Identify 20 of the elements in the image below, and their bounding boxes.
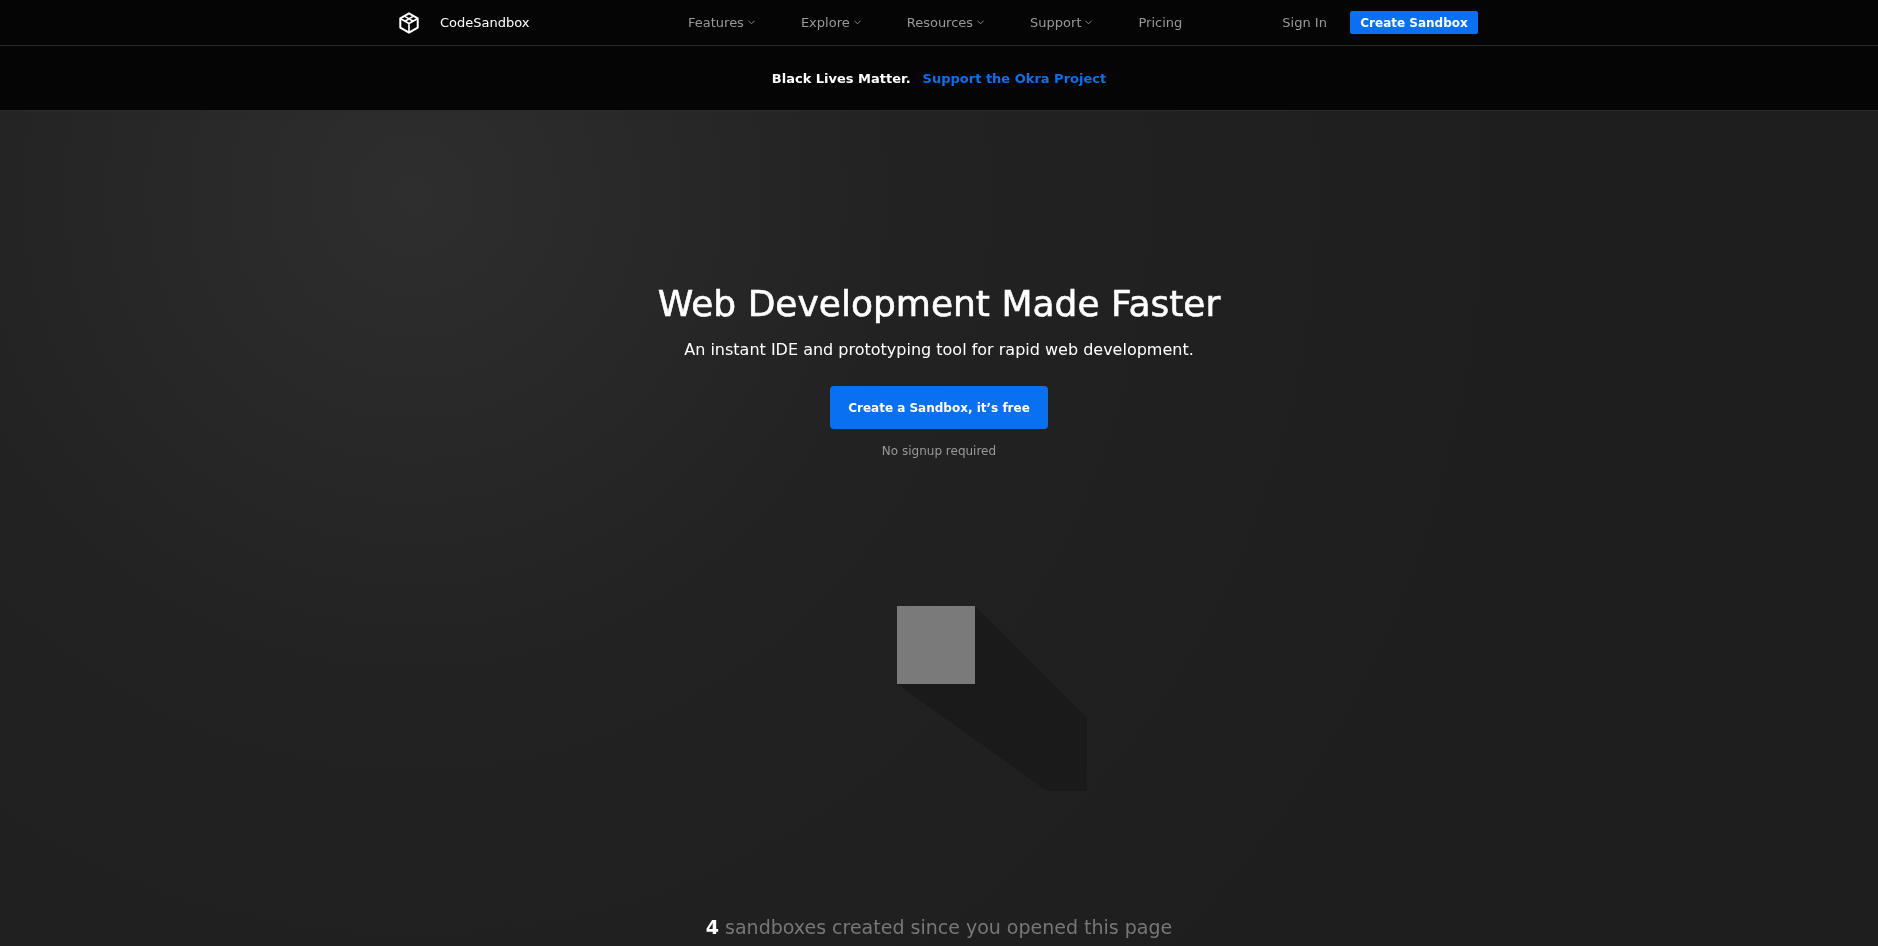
create-sandbox-button[interactable]: Create Sandbox bbox=[1350, 11, 1478, 34]
no-signup-note: No signup required bbox=[881, 444, 997, 458]
sign-in-link[interactable]: Sign In bbox=[1282, 15, 1327, 30]
hero-title: Web Development Made Faster bbox=[657, 283, 1221, 324]
nav-link[interactable]: Features bbox=[688, 15, 755, 30]
nav-link[interactable]: Pricing bbox=[1138, 15, 1183, 30]
nav-link[interactable]: Support bbox=[1030, 15, 1093, 30]
chevron-down-icon bbox=[747, 20, 755, 25]
create-sandbox-free-button[interactable]: Create a Sandbox, it’s free bbox=[830, 386, 1048, 429]
chevron-down-icon bbox=[853, 20, 861, 25]
hero-subtitle: An instant IDE and prototyping tool for rapid web development. bbox=[684, 340, 1194, 359]
cube-logo-icon[interactable] bbox=[398, 11, 420, 34]
chevron-down-icon bbox=[977, 20, 985, 25]
chevron-down-icon bbox=[1085, 20, 1093, 25]
banner-text: Black Lives Matter. bbox=[771, 70, 911, 86]
okra-project-link[interactable]: Support the Okra Project bbox=[922, 70, 1107, 86]
nav-link[interactable]: Explore bbox=[800, 15, 861, 30]
brand-link[interactable]: CodeSandbox bbox=[440, 15, 530, 30]
sandbox-counter-text: 4 sandboxes created since you opened this page bbox=[705, 916, 1173, 938]
nav-link[interactable]: Resources bbox=[906, 15, 985, 30]
